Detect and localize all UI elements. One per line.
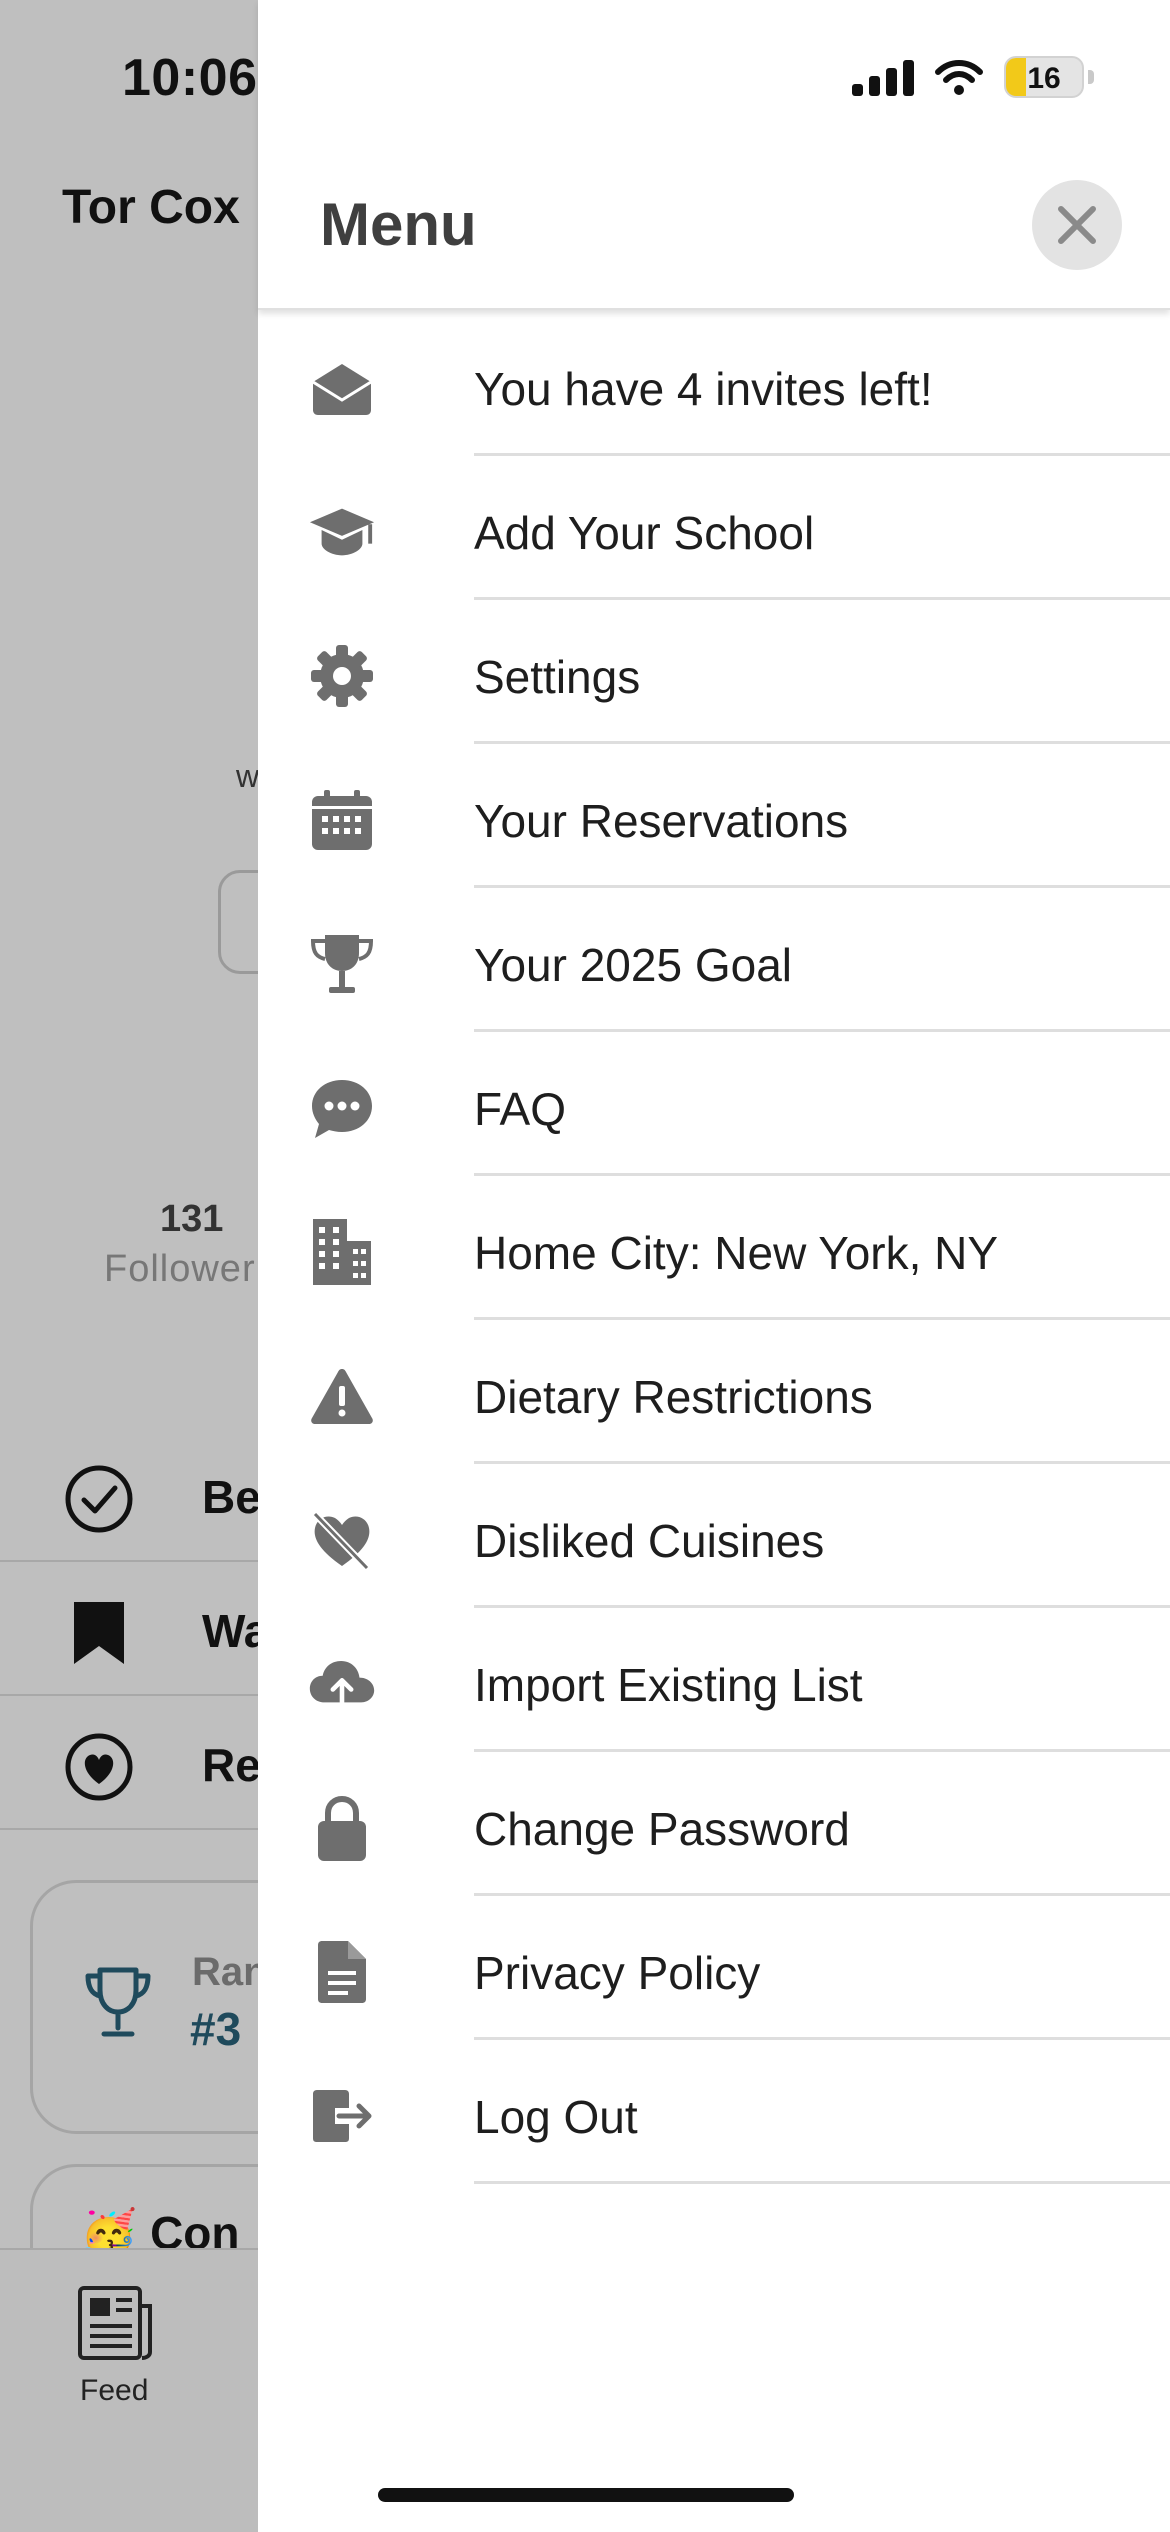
menu-item-label: You have 4 invites left!: [474, 363, 933, 415]
menu-item-label: Home City: New York, NY: [474, 1227, 999, 1279]
menu-item-label: Privacy Policy: [474, 1947, 761, 1999]
battery-icon: 16: [1004, 56, 1084, 98]
status-time: 10:06: [122, 49, 258, 107]
profile-row-label: Be: [202, 1471, 261, 1523]
menu-item-label: FAQ: [474, 1083, 567, 1135]
profile-row-been: Be: [0, 1428, 261, 1562]
menu-item-change-password[interactable]: Change Password: [258, 1752, 1170, 1896]
menu-item-label: Settings: [474, 651, 641, 703]
menu-drawer: Menu You have 4 invites left! Add Your S…: [258, 0, 1170, 2532]
envelope-open-icon: [308, 354, 376, 422]
divider: [474, 2181, 1170, 2184]
bookmark-icon: [74, 1602, 124, 1664]
menu-item-invites[interactable]: You have 4 invites left!: [258, 312, 1170, 456]
menu-item-add-school[interactable]: Add Your School: [258, 456, 1170, 600]
close-icon: [1058, 206, 1096, 244]
menu-item-privacy[interactable]: Privacy Policy: [258, 1896, 1170, 2040]
profile-partial-text: w: [236, 758, 260, 794]
cellular-signal-icon: [852, 58, 914, 96]
document-icon: [308, 1938, 376, 2006]
menu-item-dietary[interactable]: Dietary Restrictions: [258, 1320, 1170, 1464]
warning-icon: [308, 1362, 376, 1430]
menu-item-label: Disliked Cuisines: [474, 1515, 825, 1567]
profile-row-want: Wa: [0, 1562, 269, 1696]
newspaper-icon: [78, 2286, 152, 2360]
menu-item-label: Change Password: [474, 1803, 850, 1855]
menu-list: You have 4 invites left! Add Your School…: [258, 312, 1170, 2184]
profile-name: Tor Cox: [62, 181, 240, 234]
menu-item-settings[interactable]: Settings: [258, 600, 1170, 744]
trophy-icon: [85, 1967, 151, 2037]
menu-item-home-city[interactable]: Home City: New York, NY: [258, 1176, 1170, 1320]
gear-icon: [308, 642, 376, 710]
menu-item-label: Import Existing List: [474, 1659, 863, 1711]
heart-circle-icon: [65, 1733, 133, 1801]
menu-item-import[interactable]: Import Existing List: [258, 1608, 1170, 1752]
profile-row-label: Re: [202, 1739, 261, 1791]
battery-level: 16: [1027, 62, 1061, 95]
menu-item-label: Your Reservations: [474, 795, 849, 847]
menu-item-label: Dietary Restrictions: [474, 1371, 873, 1423]
menu-title: Menu: [320, 191, 477, 258]
building-icon: [308, 1218, 376, 1286]
close-button[interactable]: [1032, 180, 1122, 270]
lock-icon: [308, 1794, 376, 1862]
menu-item-label: Your 2025 Goal: [474, 939, 793, 991]
battery-nub: [1088, 70, 1094, 84]
calendar-icon: [308, 786, 376, 854]
tab-feed: Feed: [80, 2374, 149, 2407]
check-circle-icon: [65, 1465, 133, 1533]
status-bar-indicators: 16: [852, 56, 1094, 98]
heart-slash-icon: [308, 1506, 376, 1574]
chat-bubble-icon: [308, 1074, 376, 1142]
menu-header: Menu: [258, 0, 1170, 310]
followers-label: Follower: [104, 1248, 256, 1290]
menu-item-logout[interactable]: Log Out: [258, 2040, 1170, 2184]
rank-value: #3: [190, 2003, 242, 2055]
menu-item-label: Add Your School: [474, 507, 815, 559]
logout-icon: [308, 2082, 376, 2150]
menu-item-disliked[interactable]: Disliked Cuisines: [258, 1464, 1170, 1608]
wifi-icon: [935, 60, 983, 95]
cloud-upload-icon: [308, 1650, 376, 1718]
home-indicator[interactable]: [378, 2488, 794, 2502]
graduation-cap-icon: [308, 498, 376, 566]
trophy-icon: [308, 930, 376, 998]
followers-count: 131: [160, 1198, 224, 1240]
menu-item-goal[interactable]: Your 2025 Goal: [258, 888, 1170, 1032]
rank-label: Ran: [192, 1950, 268, 1994]
menu-item-faq[interactable]: FAQ: [258, 1032, 1170, 1176]
menu-item-label: Log Out: [474, 2091, 638, 2143]
profile-row-recs: Re: [0, 1696, 261, 1830]
menu-item-reservations[interactable]: Your Reservations: [258, 744, 1170, 888]
